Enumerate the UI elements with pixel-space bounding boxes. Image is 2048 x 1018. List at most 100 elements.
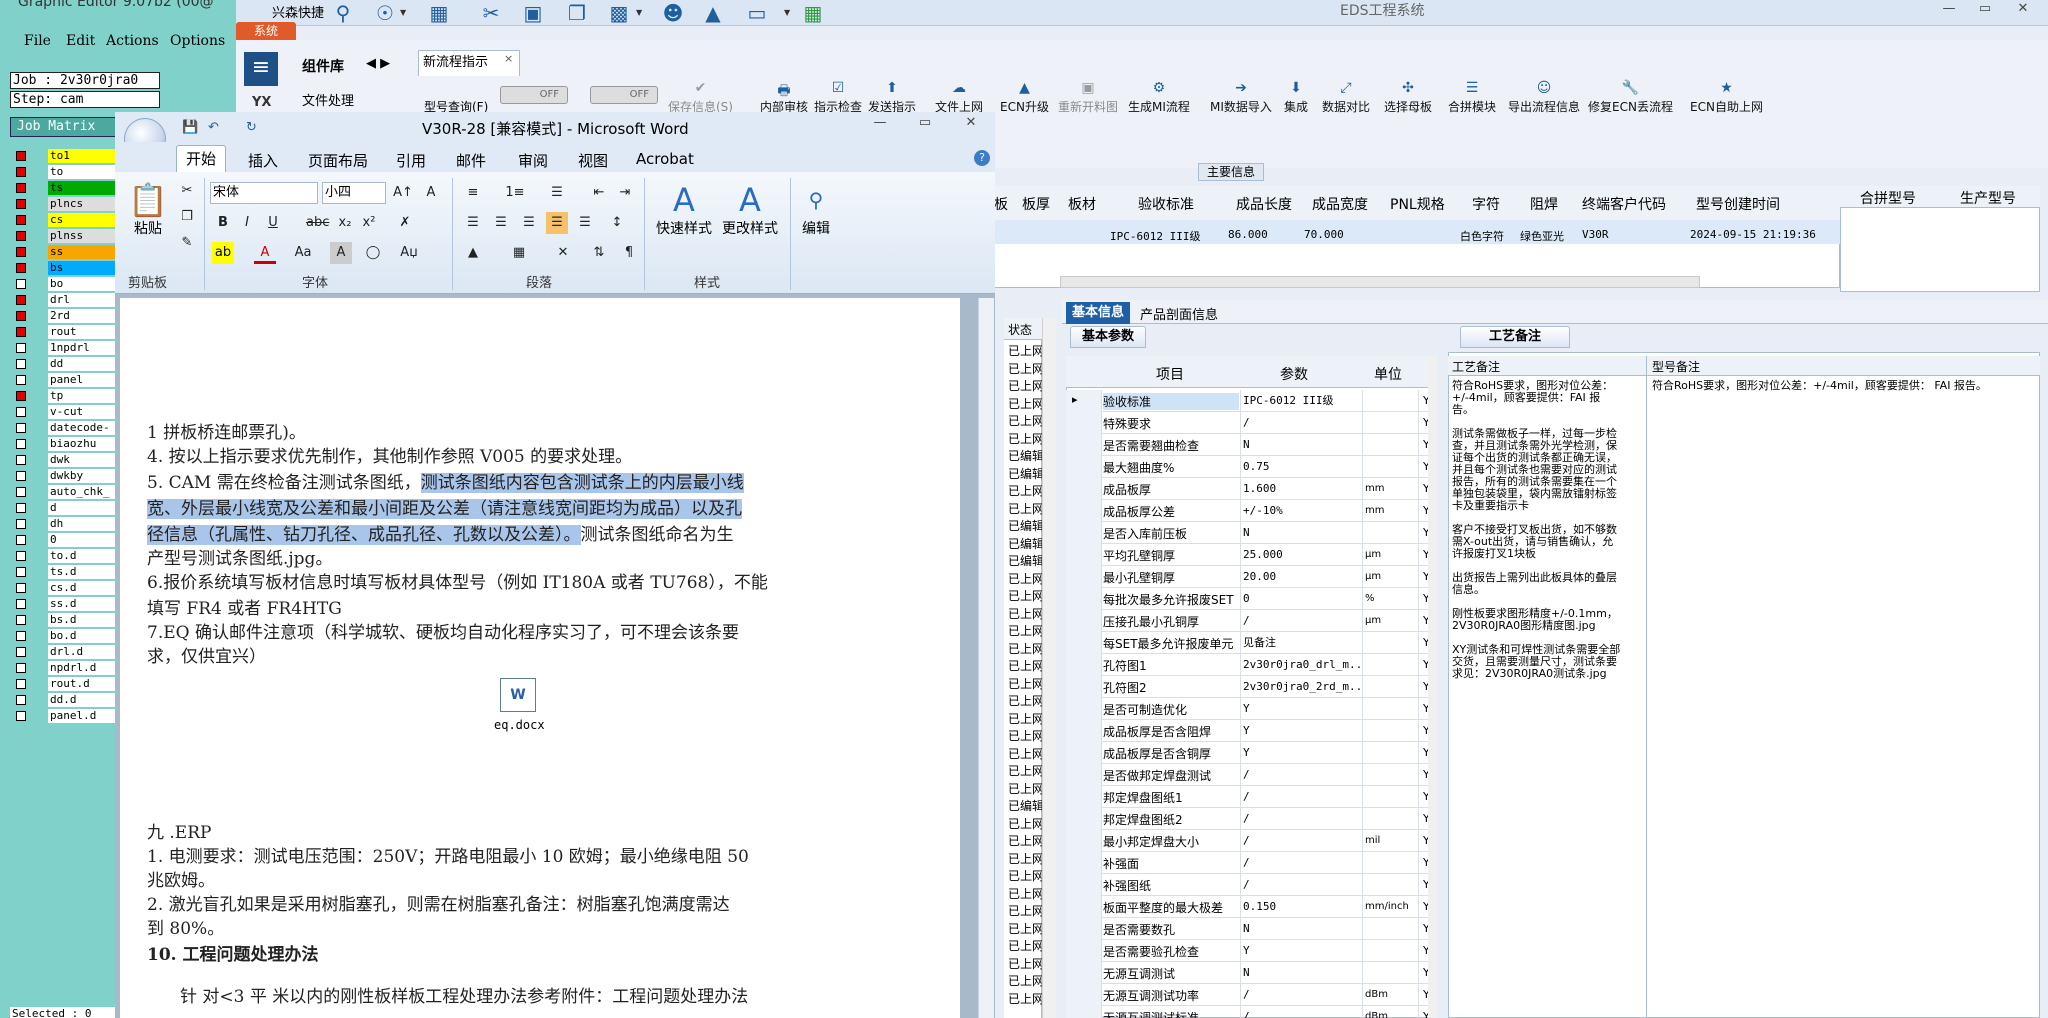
layer-checkbox[interactable] — [16, 583, 26, 593]
tab-craft-notes[interactable]: 工艺备注 — [1460, 326, 1570, 348]
scissors-icon[interactable]: ✂ — [478, 0, 504, 26]
table-row[interactable]: 无源互调测试功率 / dBm Y — [1066, 984, 1438, 1006]
param-value[interactable]: Y — [1240, 742, 1362, 764]
layer-checkbox[interactable] — [16, 519, 26, 529]
ribbon-button[interactable]: 🔧 修复ECN丢流程 — [1588, 80, 1673, 115]
eds-close-button[interactable]: ✕ — [2008, 0, 2038, 18]
ribbon-button[interactable]: ⬆ 发送指示 — [868, 80, 916, 115]
tab-insert[interactable]: 插入 — [248, 150, 278, 171]
layer-item[interactable]: npdrl.d — [10, 660, 120, 676]
quick-styles-button[interactable]: A 快速样式 — [652, 182, 716, 238]
undo-icon[interactable]: ↶ — [208, 120, 219, 135]
word-close-button[interactable]: ✕ — [956, 114, 986, 132]
change-case-icon[interactable]: Aa — [292, 242, 314, 264]
layer-checkbox[interactable] — [16, 455, 26, 465]
document-line[interactable]: 到 80%。 — [147, 914, 224, 939]
table-row[interactable]: 平均孔壁铜厚 25.000 μm Y — [1066, 544, 1438, 566]
toggle-switch-1[interactable]: OFF — [500, 86, 568, 104]
table-row[interactable]: 孔符图2 2v30r0jra0_2rd_m... Y — [1066, 676, 1438, 698]
menu-options[interactable]: Options — [170, 33, 225, 49]
document-line[interactable]: 6.报价系统填写板材信息时填写板材具体型号（例如 IT180A 或者 TU768… — [147, 568, 768, 593]
param-value[interactable]: Y — [1240, 698, 1362, 720]
component-nav[interactable]: ◀ ▶ — [366, 56, 390, 71]
ribbon-button[interactable]: 🖶 内部审核 — [760, 80, 808, 115]
layer-item[interactable]: cs — [10, 212, 120, 228]
chinese-layout-icon[interactable]: ✕ — [552, 242, 574, 264]
tab-home[interactable]: 开始 — [176, 145, 226, 172]
superscript-icon[interactable]: x² — [358, 212, 380, 234]
layer-item[interactable]: dwk — [10, 452, 120, 468]
eds-minimize-button[interactable]: — — [1934, 0, 1964, 18]
tab-review[interactable]: 审阅 — [518, 150, 548, 171]
tab-view[interactable]: 视图 — [578, 150, 608, 171]
layer-checkbox[interactable] — [16, 439, 26, 449]
shading-icon[interactable]: ▲ — [462, 242, 484, 264]
vertical-scrollbar[interactable] — [1428, 356, 1438, 1018]
vertical-scrollbar[interactable] — [978, 298, 994, 1018]
underline-icon[interactable]: U — [262, 212, 284, 234]
table-row[interactable]: 是否入库前压板 N Y — [1066, 522, 1438, 544]
document-line[interactable]: 兆欧姆。 — [147, 866, 215, 891]
vertical-scrollbar[interactable] — [1042, 318, 1056, 1018]
param-value[interactable]: / — [1240, 412, 1362, 434]
ribbon-button[interactable]: ➔ MI数据导入 — [1210, 80, 1272, 115]
help-icon[interactable]: ? — [974, 150, 990, 166]
layer-checkbox[interactable] — [16, 327, 26, 337]
bullets-icon[interactable]: ≡ — [462, 182, 484, 204]
param-value[interactable]: / — [1240, 786, 1362, 808]
font-name-select[interactable]: 宋体 — [210, 182, 318, 204]
ribbon-button[interactable]: ★ ECN自助上网 — [1690, 80, 1763, 115]
document-line[interactable]: 10. 工程问题处理办法 — [147, 940, 319, 965]
layer-item[interactable]: to1 — [10, 148, 120, 164]
table-row[interactable]: 成品板厚是否含阻焊 Y Y — [1066, 720, 1438, 742]
table-row[interactable]: 成品板厚公差 +/-10% mm Y — [1066, 500, 1438, 522]
cut-icon[interactable]: ✂ — [176, 180, 198, 202]
sort-icon[interactable]: ⇅ — [588, 242, 610, 264]
save-icon[interactable]: 💾 — [182, 120, 198, 135]
redo-icon[interactable]: ↻ — [246, 120, 257, 135]
table-row[interactable]: 孔符图1 2v30r0jra0_drl_m... Y — [1066, 654, 1438, 676]
layer-checkbox[interactable] — [16, 199, 26, 209]
layer-item[interactable]: drl.d — [10, 644, 120, 660]
layer-checkbox[interactable] — [16, 679, 26, 689]
param-value[interactable]: / — [1240, 874, 1362, 896]
subscript-icon[interactable]: x₂ — [334, 212, 356, 234]
document-line[interactable]: 求，仅供宜兴） — [147, 642, 266, 667]
align-center-icon[interactable]: ☰ — [490, 212, 512, 234]
tab-mailings[interactable]: 邮件 — [456, 150, 486, 171]
param-value[interactable]: 0.150 — [1240, 896, 1362, 918]
table-row[interactable]: 最小孔壁铜厚 20.00 μm Y — [1066, 566, 1438, 588]
copy-icon[interactable]: ❐ — [176, 206, 198, 228]
menu-edit[interactable]: Edit — [66, 33, 95, 49]
param-value[interactable]: / — [1240, 764, 1362, 786]
document-line[interactable]: 4. 按以上指示要求优先制作，其他制作参照 V005 的要求处理。 — [147, 442, 632, 467]
ribbon-button[interactable]: ☁ 文件上网 — [935, 80, 983, 115]
user-icon[interactable]: ☻ — [660, 0, 686, 26]
layer-item[interactable]: rout — [10, 324, 120, 340]
word-document-icon[interactable]: W — [500, 678, 536, 712]
param-value[interactable]: N — [1240, 962, 1362, 984]
layer-item[interactable]: datecode- — [10, 420, 120, 436]
grow-font-icon[interactable]: A↑ — [392, 182, 414, 204]
tab-acrobat[interactable]: Acrobat — [636, 150, 694, 168]
layer-item[interactable]: 0 — [10, 532, 120, 548]
layer-item[interactable]: dwkby — [10, 468, 120, 484]
word-minimize-button[interactable]: — — [865, 114, 895, 132]
layer-item[interactable]: d — [10, 500, 120, 516]
param-value[interactable]: 2v30r0jra0_drl_m... — [1240, 654, 1362, 676]
lifebuoy-icon[interactable]: ☉ — [372, 0, 398, 26]
layer-item[interactable]: ts — [10, 180, 120, 196]
layer-item[interactable]: plncs — [10, 196, 120, 212]
borders-icon[interactable]: ▦ — [508, 242, 530, 264]
param-value[interactable]: 25.000 — [1240, 544, 1362, 566]
line-spacing-icon[interactable]: ↕ — [606, 212, 628, 234]
numbering-icon[interactable]: 1≡ — [504, 182, 526, 204]
table-row[interactable]: 特殊要求 / Y — [1066, 412, 1438, 434]
layer-checkbox[interactable] — [16, 423, 26, 433]
layer-checkbox[interactable] — [16, 151, 26, 161]
layer-checkbox[interactable] — [16, 695, 26, 705]
table-row[interactable]: 最大翘曲度% 0.75 Y — [1066, 456, 1438, 478]
char-shading-icon[interactable]: A — [330, 242, 352, 264]
decrease-indent-icon[interactable]: ⇤ — [588, 182, 610, 204]
document-line[interactable]: 5. CAM 需在终检备注测试条图纸，测试条图纸内容包含测试条上的内层最小线 — [147, 468, 744, 493]
